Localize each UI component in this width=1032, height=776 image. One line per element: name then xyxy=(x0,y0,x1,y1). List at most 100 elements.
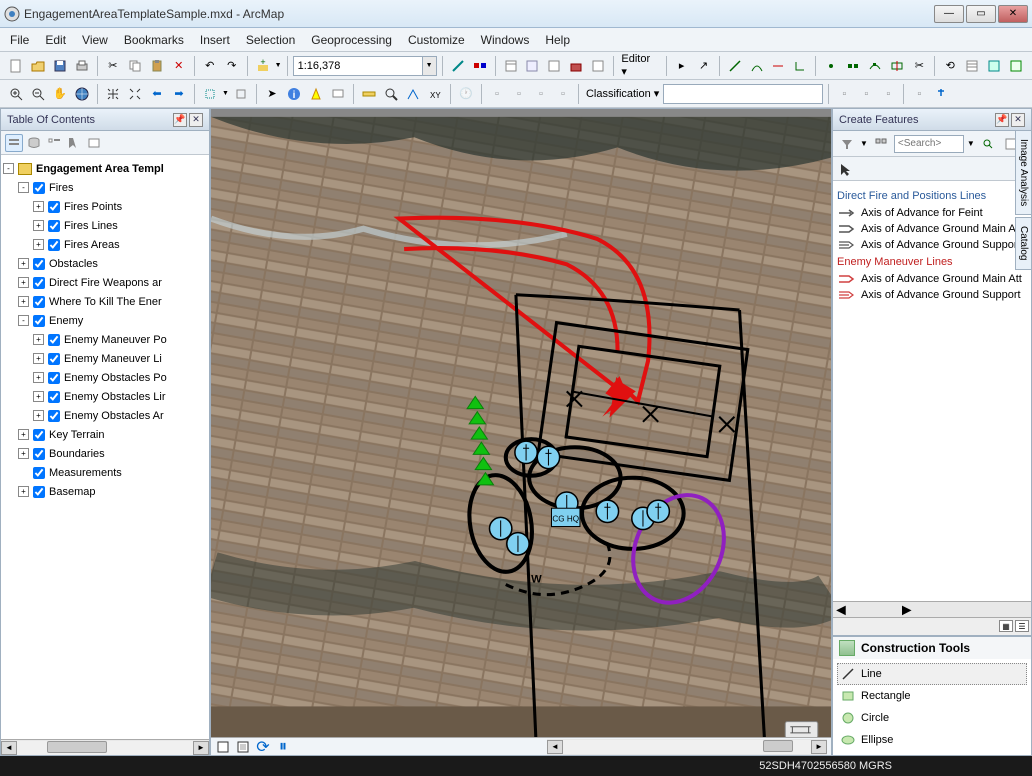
cf-group-icon[interactable] xyxy=(871,134,891,154)
toc-pin-icon[interactable]: 📌 xyxy=(173,113,187,127)
cf-scroll-right-icon[interactable]: ► xyxy=(899,602,915,617)
layer-checkbox[interactable] xyxy=(48,353,60,365)
class-tool3-icon[interactable]: ▫ xyxy=(878,84,898,104)
clear-selection-icon[interactable] xyxy=(231,84,251,104)
edit-annotation-icon[interactable]: ↗ xyxy=(694,56,714,76)
select-elements-icon[interactable]: ➤ xyxy=(262,84,282,104)
expand-icon[interactable]: + xyxy=(33,334,44,345)
layer-checkbox[interactable] xyxy=(48,220,60,232)
save-icon[interactable] xyxy=(50,56,70,76)
toc-close-icon[interactable]: ✕ xyxy=(189,113,203,127)
cf-item-feint[interactable]: Axis of Advance for Feint xyxy=(837,205,1027,221)
expand-icon[interactable]: + xyxy=(33,220,44,231)
create-features-icon[interactable] xyxy=(1006,56,1026,76)
layer-checkbox[interactable] xyxy=(33,182,45,194)
menu-edit[interactable]: Edit xyxy=(45,33,66,47)
layer-checkbox[interactable] xyxy=(33,258,45,270)
pan-icon[interactable]: ✋ xyxy=(50,84,70,104)
menu-file[interactable]: File xyxy=(10,33,29,47)
catalog-window-icon[interactable] xyxy=(501,56,521,76)
layout-view-icon[interactable] xyxy=(235,739,251,755)
toc-node[interactable]: +Obstacles xyxy=(3,254,207,273)
layer-checkbox[interactable] xyxy=(48,334,60,346)
menu-windows[interactable]: Windows xyxy=(481,33,530,47)
cf-search-input[interactable] xyxy=(894,135,964,153)
expand-icon[interactable]: + xyxy=(33,391,44,402)
editor-dropdown[interactable]: Editor ▾ xyxy=(619,53,660,78)
menu-view[interactable]: View xyxy=(82,33,108,47)
python-window-icon[interactable] xyxy=(544,56,564,76)
classification-input[interactable] xyxy=(663,84,823,104)
print-icon[interactable] xyxy=(72,56,92,76)
ct-ellipse[interactable]: Ellipse xyxy=(837,729,1027,751)
layer-checkbox[interactable] xyxy=(48,239,60,251)
cf-item-enemy-main[interactable]: Axis of Advance Ground Main Att xyxy=(837,271,1027,287)
arc-segment-icon[interactable] xyxy=(747,56,767,76)
cut-icon[interactable]: ✂ xyxy=(103,56,123,76)
list-by-selection-icon[interactable] xyxy=(65,134,83,152)
cf-close-icon[interactable]: ✕ xyxy=(1011,113,1025,127)
menu-insert[interactable]: Insert xyxy=(200,33,230,47)
cf-hscroll[interactable]: ◄ ► xyxy=(833,601,1031,617)
expand-icon[interactable]: + xyxy=(33,353,44,364)
attributes-icon[interactable] xyxy=(962,56,982,76)
paste-icon[interactable] xyxy=(147,56,167,76)
editor-toolbar-icon[interactable] xyxy=(448,56,468,76)
point-icon[interactable] xyxy=(821,56,841,76)
delete-icon[interactable]: ✕ xyxy=(169,56,189,76)
hyperlink-icon[interactable] xyxy=(306,84,326,104)
expand-icon[interactable]: + xyxy=(33,372,44,383)
classification-dropdown[interactable]: Classification ▾ xyxy=(584,87,661,100)
reshape-icon[interactable] xyxy=(865,56,885,76)
layer-checkbox[interactable] xyxy=(33,315,45,327)
find-route-icon[interactable] xyxy=(403,84,423,104)
viewer2-icon[interactable]: ▫ xyxy=(531,84,551,104)
ct-rectangle[interactable]: Rectangle xyxy=(837,685,1027,707)
toc-node[interactable]: -Fires xyxy=(3,178,207,197)
menu-customize[interactable]: Customize xyxy=(408,33,465,47)
forward-extent-icon[interactable]: ➡ xyxy=(169,84,189,104)
class-tool4-icon[interactable]: ▫ xyxy=(909,84,929,104)
goto-xy-icon[interactable]: XY xyxy=(425,84,445,104)
map-view[interactable]: CG HQ W ⟳ ⏸ ◄► xyxy=(210,108,832,756)
add-data-icon[interactable]: + xyxy=(253,56,273,76)
expand-icon[interactable]: + xyxy=(18,296,29,307)
rotate-icon[interactable]: ⟲ xyxy=(940,56,960,76)
straight-segment-icon[interactable] xyxy=(725,56,745,76)
split-icon[interactable]: ✂ xyxy=(909,56,929,76)
toc-node[interactable]: +Enemy Obstacles Lir xyxy=(3,387,207,406)
toc-node[interactable]: +Basemap xyxy=(3,482,207,501)
expand-icon[interactable]: + xyxy=(18,258,29,269)
sketch-properties-icon[interactable] xyxy=(984,56,1004,76)
expand-icon[interactable]: - xyxy=(3,163,14,174)
ct-circle[interactable]: Circle xyxy=(837,707,1027,729)
expand-icon[interactable]: + xyxy=(18,486,29,497)
cf-item-enemy-support[interactable]: Axis of Advance Ground Support xyxy=(837,287,1027,303)
time-slider-icon[interactable]: 🕐 xyxy=(456,84,476,104)
toc-node[interactable]: +Boundaries xyxy=(3,444,207,463)
toc-node[interactable]: +Key Terrain xyxy=(3,425,207,444)
right-angle-icon[interactable] xyxy=(790,56,810,76)
cf-detail-view-icon[interactable]: ☰ xyxy=(1015,620,1029,632)
toc-hscroll[interactable]: ◄ ► xyxy=(1,739,209,755)
full-extent-icon[interactable] xyxy=(72,84,92,104)
toc-node[interactable]: +Enemy Maneuver Li xyxy=(3,349,207,368)
menu-bookmarks[interactable]: Bookmarks xyxy=(124,33,184,47)
layer-checkbox[interactable] xyxy=(33,429,45,441)
back-extent-icon[interactable]: ⬅ xyxy=(147,84,167,104)
list-by-visibility-icon[interactable] xyxy=(45,134,63,152)
fixed-zoom-in-icon[interactable] xyxy=(103,84,123,104)
expand-icon[interactable]: - xyxy=(18,182,29,193)
measure-icon[interactable] xyxy=(359,84,379,104)
toc-node[interactable]: +Enemy Maneuver Po xyxy=(3,330,207,349)
pause-icon[interactable]: ⏸ xyxy=(275,739,291,755)
close-button[interactable]: ✕ xyxy=(998,5,1028,23)
trace-icon[interactable] xyxy=(769,56,789,76)
cf-filter-icon[interactable] xyxy=(837,134,857,154)
class-tool1-icon[interactable]: ▫ xyxy=(834,84,854,104)
list-by-source-icon[interactable] xyxy=(25,134,43,152)
toc-root[interactable]: - Engagement Area Templ xyxy=(3,159,207,178)
toc-node[interactable]: +Direct Fire Weapons ar xyxy=(3,273,207,292)
cf-select-arrow-icon[interactable] xyxy=(836,160,856,180)
edit-vertices-icon[interactable] xyxy=(843,56,863,76)
